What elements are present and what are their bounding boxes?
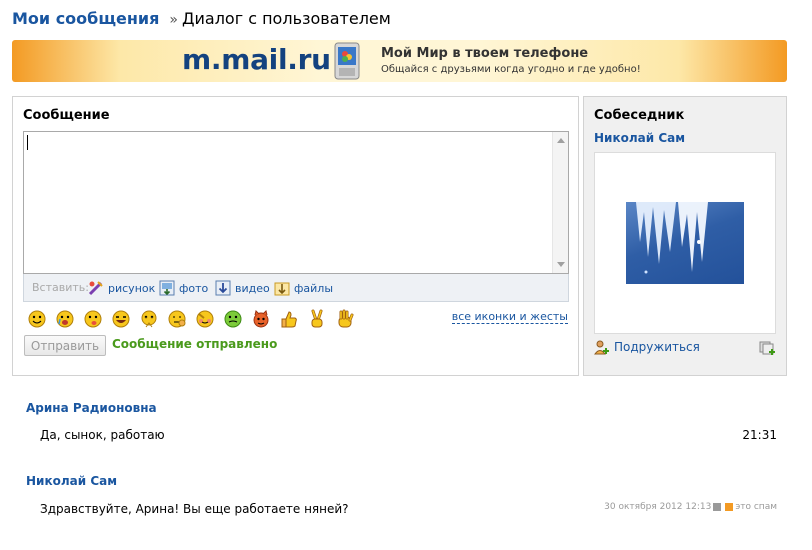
message-meta: 30 октября 2012 12:13 это спам [604, 502, 777, 512]
pensive-icon[interactable] [167, 309, 187, 329]
message-author[interactable]: Арина Радионовна [26, 401, 157, 415]
dizzy-icon[interactable] [139, 309, 159, 329]
befriend-button[interactable]: Подружиться [594, 339, 700, 355]
all-icons-link[interactable]: все иконки и жесты [451, 310, 568, 324]
video-upload-icon [215, 280, 231, 296]
tongue-icon[interactable] [83, 309, 103, 329]
message-author[interactable]: Николай Сам [26, 474, 117, 488]
add-to-list-icon[interactable] [759, 340, 777, 356]
breadcrumb-separator: » [169, 12, 178, 28]
message-time: 21:31 [742, 428, 777, 442]
insert-drawing-button[interactable]: рисунок [88, 279, 155, 297]
palm-icon[interactable] [335, 309, 355, 329]
insert-photo-label: фото [179, 281, 209, 295]
banner-slogan: Мой Мир в твоем телефоне [381, 46, 589, 61]
insert-video-button[interactable]: видео [215, 279, 270, 297]
sick-icon[interactable] [223, 309, 243, 329]
scroll-down-arrow-icon[interactable] [557, 262, 565, 267]
insert-photo-button[interactable]: фото [159, 279, 208, 297]
icicles-image [636, 202, 708, 274]
delete-icon[interactable] [713, 503, 722, 511]
avatar[interactable] [626, 202, 744, 284]
devil-icon[interactable] [251, 309, 271, 329]
message-textarea[interactable] [23, 131, 569, 274]
page-title: Диалог с пользователем [182, 9, 391, 28]
insert-files-button[interactable]: файлы [274, 279, 333, 297]
spam-link[interactable]: это спам [735, 502, 777, 512]
banner-site-name: m.mail.ru [182, 43, 331, 76]
message-time: 30 октября 2012 12:13 [604, 502, 712, 512]
mobile-phone-icon [334, 42, 360, 80]
message-text: Здравствуйте, Арина! Вы еще работаете ня… [40, 502, 349, 516]
insert-toolbar: Вставить: рисунок фото видео файлы [23, 274, 569, 302]
shy-icon[interactable] [195, 309, 215, 329]
file-upload-icon [274, 282, 290, 296]
breadcrumb-my-messages-link[interactable]: Мои сообщения [12, 9, 159, 28]
compose-panel: Сообщение Вставить: рисунок фото видео ф… [12, 96, 579, 376]
photo-upload-icon [159, 280, 175, 296]
victory-icon[interactable] [307, 309, 327, 329]
banner-subtitle: Общайся с друзьями когда угодно и где уд… [381, 64, 641, 75]
textarea-scrollbar[interactable] [552, 132, 568, 273]
insert-label: Вставить: [32, 281, 89, 294]
send-button[interactable]: Отправить [24, 335, 106, 356]
breadcrumb: Мои сообщения » Диалог с пользователем [12, 9, 391, 28]
insert-drawing-label: рисунок [108, 281, 156, 295]
compose-title: Сообщение [23, 108, 110, 123]
drawing-icon [88, 281, 103, 296]
interlocutor-title: Собеседник [594, 108, 685, 123]
smile-icon[interactable] [27, 309, 47, 329]
interlocutor-name-link[interactable]: Николай Сам [594, 131, 685, 145]
spam-icon[interactable] [725, 503, 734, 511]
crying-icon[interactable] [55, 309, 75, 329]
insert-video-label: видео [235, 281, 270, 295]
sent-status: Сообщение отправлено [112, 337, 278, 351]
interlocutor-panel: Собеседник Николай Сам Подружиться [583, 96, 787, 376]
laughing-icon[interactable] [111, 309, 131, 329]
scroll-up-arrow-icon[interactable] [557, 138, 565, 143]
text-caret [27, 135, 28, 150]
message-text: Да, сынок, работаю [40, 428, 165, 442]
promo-banner[interactable]: m.mail.ru Мой Мир в твоем телефоне Общай… [12, 40, 787, 82]
insert-files-label: файлы [294, 281, 334, 295]
thumbs-up-icon[interactable] [279, 309, 299, 329]
befriend-label: Подружиться [614, 340, 700, 354]
add-friend-icon [594, 340, 609, 355]
avatar-frame[interactable] [594, 152, 776, 334]
